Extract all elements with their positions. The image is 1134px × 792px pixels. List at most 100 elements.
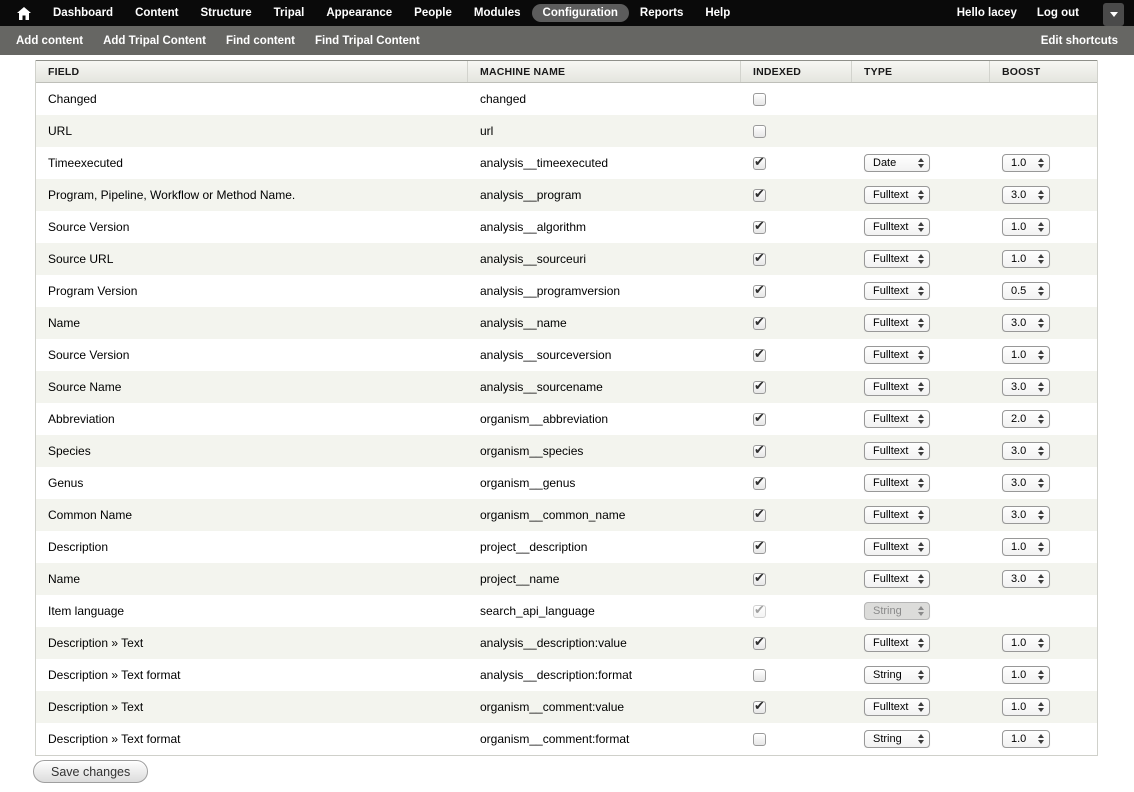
type-select[interactable]: Fulltext xyxy=(864,474,930,492)
type-select[interactable]: Fulltext xyxy=(864,410,930,428)
nav-item-dashboard[interactable]: Dashboard xyxy=(42,4,124,22)
boost-select[interactable]: 1.0 xyxy=(1002,154,1050,172)
type-select[interactable]: Fulltext xyxy=(864,698,930,716)
type-select[interactable]: Fulltext xyxy=(864,442,930,460)
boost-select[interactable]: 3.0 xyxy=(1002,506,1050,524)
indexed-checkbox[interactable]: ✔ xyxy=(753,349,766,362)
field-label: Name xyxy=(36,316,468,330)
type-select[interactable]: Fulltext xyxy=(864,250,930,268)
toolbar-toggle-button[interactable] xyxy=(1103,3,1124,26)
indexed-checkbox[interactable]: ✔ xyxy=(753,477,766,490)
indexed-checkbox[interactable]: ✔ xyxy=(753,317,766,330)
indexed-checkbox[interactable]: ✔ xyxy=(753,669,766,682)
type-select[interactable]: Fulltext xyxy=(864,538,930,556)
type-select[interactable]: Fulltext xyxy=(864,346,930,364)
home-icon[interactable] xyxy=(12,7,36,20)
indexed-checkbox[interactable]: ✔ xyxy=(753,125,766,138)
boost-select-value: 1.0 xyxy=(1011,221,1034,233)
indexed-checkbox[interactable]: ✔ xyxy=(753,413,766,426)
indexed-checkbox[interactable]: ✔ xyxy=(753,253,766,266)
boost-select[interactable]: 1.0 xyxy=(1002,666,1050,684)
user-greeting[interactable]: Hello lacey xyxy=(947,4,1027,22)
machine-name: organism__comment:format xyxy=(468,732,741,746)
shortcut-find-tripal-content[interactable]: Find Tripal Content xyxy=(315,35,420,47)
field-label: Description » Text xyxy=(36,700,468,714)
indexed-checkbox[interactable]: ✔ xyxy=(753,189,766,202)
nav-item-content[interactable]: Content xyxy=(124,4,189,22)
machine-name: organism__genus xyxy=(468,476,741,490)
checkmark-icon: ✔ xyxy=(754,285,765,298)
boost-select[interactable]: 3.0 xyxy=(1002,570,1050,588)
type-select[interactable]: String xyxy=(864,602,930,620)
indexed-checkbox[interactable]: ✔ xyxy=(753,509,766,522)
stepper-arrows-icon xyxy=(1038,478,1044,488)
boost-select[interactable]: 1.0 xyxy=(1002,634,1050,652)
boost-select[interactable]: 2.0 xyxy=(1002,410,1050,428)
indexed-checkbox[interactable]: ✔ xyxy=(753,381,766,394)
boost-select-value: 1.0 xyxy=(1011,157,1034,169)
indexed-checkbox[interactable]: ✔ xyxy=(753,285,766,298)
nav-item-help[interactable]: Help xyxy=(694,4,741,22)
edit-shortcuts-link[interactable]: Edit shortcuts xyxy=(1041,35,1118,47)
indexed-checkbox[interactable]: ✔ xyxy=(753,221,766,234)
header-field: FIELD xyxy=(36,61,468,82)
type-select[interactable]: String xyxy=(864,730,930,748)
stepper-arrows-icon xyxy=(1038,254,1044,264)
save-changes-button[interactable]: Save changes xyxy=(33,760,148,783)
logout-link[interactable]: Log out xyxy=(1027,4,1089,22)
type-select[interactable]: Fulltext xyxy=(864,634,930,652)
type-select[interactable]: Fulltext xyxy=(864,282,930,300)
nav-item-tripal[interactable]: Tripal xyxy=(263,4,316,22)
machine-name: analysis__sourceversion xyxy=(468,348,741,362)
boost-select[interactable]: 1.0 xyxy=(1002,730,1050,748)
boost-select[interactable]: 3.0 xyxy=(1002,186,1050,204)
shortcut-add-content[interactable]: Add content xyxy=(16,35,83,47)
type-select[interactable]: Fulltext xyxy=(864,506,930,524)
stepper-arrows-icon xyxy=(918,254,924,264)
indexed-checkbox[interactable]: ✔ xyxy=(753,733,766,746)
type-select[interactable]: Fulltext xyxy=(864,314,930,332)
boost-select-value: 3.0 xyxy=(1011,509,1034,521)
indexed-checkbox[interactable]: ✔ xyxy=(753,573,766,586)
indexed-checkbox[interactable]: ✔ xyxy=(753,157,766,170)
table-row: Timeexecuted analysis__timeexecuted ✔ Da… xyxy=(36,147,1097,179)
nav-item-configuration[interactable]: Configuration xyxy=(532,4,629,22)
nav-item-appearance[interactable]: Appearance xyxy=(315,4,403,22)
header-indexed: INDEXED xyxy=(741,61,852,82)
nav-item-people[interactable]: People xyxy=(403,4,463,22)
indexed-checkbox[interactable]: ✔ xyxy=(753,93,766,106)
boost-select[interactable]: 3.0 xyxy=(1002,378,1050,396)
stepper-arrows-icon xyxy=(918,382,924,392)
shortcut-add-tripal-content[interactable]: Add Tripal Content xyxy=(103,35,206,47)
stepper-arrows-icon xyxy=(918,574,924,584)
boost-select[interactable]: 3.0 xyxy=(1002,474,1050,492)
boost-select[interactable]: 1.0 xyxy=(1002,250,1050,268)
nav-item-reports[interactable]: Reports xyxy=(629,4,694,22)
boost-select[interactable]: 1.0 xyxy=(1002,218,1050,236)
indexed-checkbox[interactable]: ✔ xyxy=(753,637,766,650)
machine-name: project__name xyxy=(468,572,741,586)
nav-item-modules[interactable]: Modules xyxy=(463,4,532,22)
boost-select[interactable]: 1.0 xyxy=(1002,346,1050,364)
boost-select[interactable]: 0.5 xyxy=(1002,282,1050,300)
type-select[interactable]: Fulltext xyxy=(864,186,930,204)
boost-select[interactable]: 3.0 xyxy=(1002,442,1050,460)
shortcut-find-content[interactable]: Find content xyxy=(226,35,295,47)
boost-select[interactable]: 3.0 xyxy=(1002,314,1050,332)
indexed-checkbox[interactable]: ✔ xyxy=(753,445,766,458)
nav-item-structure[interactable]: Structure xyxy=(190,4,263,22)
boost-select[interactable]: 1.0 xyxy=(1002,698,1050,716)
type-select[interactable]: Fulltext xyxy=(864,570,930,588)
indexed-checkbox[interactable]: ✔ xyxy=(753,541,766,554)
boost-select-value: 1.0 xyxy=(1011,253,1034,265)
type-select[interactable]: String xyxy=(864,666,930,684)
type-select[interactable]: Date xyxy=(864,154,930,172)
type-select[interactable]: Fulltext xyxy=(864,378,930,396)
indexed-checkbox[interactable]: ✔ xyxy=(753,701,766,714)
indexed-checkbox[interactable]: ✔ xyxy=(753,605,766,618)
chevron-down-icon xyxy=(1110,12,1118,17)
type-select[interactable]: Fulltext xyxy=(864,218,930,236)
boost-select[interactable]: 1.0 xyxy=(1002,538,1050,556)
machine-name: organism__abbreviation xyxy=(468,412,741,426)
machine-name: analysis__name xyxy=(468,316,741,330)
